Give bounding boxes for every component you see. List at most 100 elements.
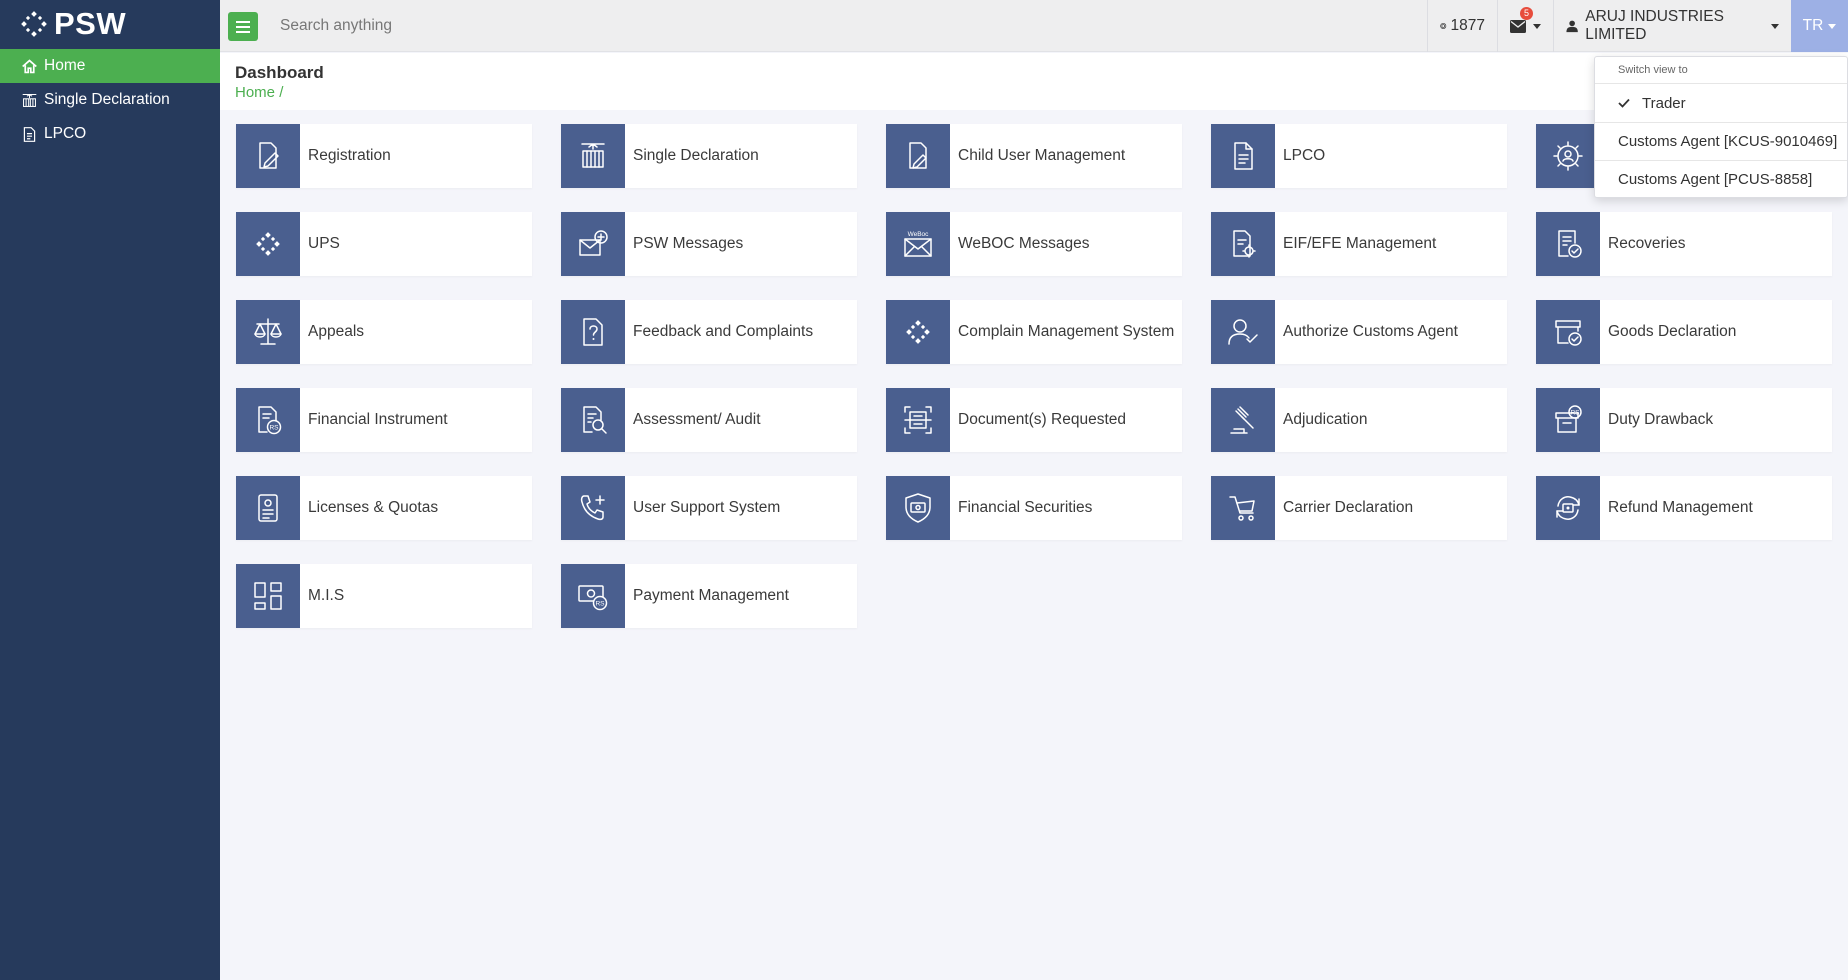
complain-dots-icon — [886, 300, 950, 364]
chevron-down-icon — [1771, 23, 1779, 29]
tile-ups[interactable]: UPS — [236, 212, 532, 276]
menu-toggle-button[interactable] — [228, 12, 258, 41]
mail-count-badge: 5 — [1520, 7, 1533, 20]
document-icon — [20, 125, 38, 143]
page-title: Dashboard — [235, 63, 324, 82]
rupee-document-icon: RS — [236, 388, 300, 452]
switch-view-option-trader[interactable]: Trader — [1595, 84, 1847, 122]
tile-complain-management-system[interactable]: Complain Management System — [886, 300, 1182, 364]
breadcrumb-home-link[interactable]: Home — [235, 84, 275, 101]
tile-licenses-quotas[interactable]: Licenses & Quotas — [236, 476, 532, 540]
document-search-icon — [561, 388, 625, 452]
view-code: TR — [1802, 17, 1824, 34]
topbar: 1877 5 ARUJ INDUSTRIES LIMITED TR — [220, 0, 1848, 52]
coin-icon — [1440, 23, 1447, 29]
tile-goods-declaration[interactable]: Goods Declaration — [1536, 300, 1832, 364]
tile-appeals[interactable]: Appeals — [236, 300, 532, 364]
tile-refund-management[interactable]: Refund Management — [1536, 476, 1832, 540]
tile-duty-drawback[interactable]: RS Duty Drawback — [1536, 388, 1832, 452]
switch-view-option-customs-agent-pcus[interactable]: Customs Agent [PCUS-8858] — [1595, 160, 1847, 198]
sidebar: PSW Home Single Declaration LPCO — [0, 0, 220, 980]
tile-label: PSW Messages — [633, 235, 744, 252]
tile-adjudication[interactable]: Adjudication — [1211, 388, 1507, 452]
tile-financial-securities[interactable]: Financial Securities — [886, 476, 1182, 540]
sidebar-item-single-declaration[interactable]: Single Declaration — [0, 83, 220, 117]
tile-label: Duty Drawback — [1608, 411, 1714, 428]
tile-eif-efe-management[interactable]: EIF/EFE Management — [1211, 212, 1507, 276]
tile-lpco[interactable]: LPCO — [1211, 124, 1507, 188]
tile-weboc-messages[interactable]: WeBoc WeBOC Messages — [886, 212, 1182, 276]
tile-label: Appeals — [308, 323, 365, 340]
hamburger-icon — [236, 20, 250, 33]
tile-label: User Support System — [633, 499, 781, 516]
tile-carrier-declaration[interactable]: Carrier Declaration — [1211, 476, 1507, 540]
document-check-icon — [1536, 212, 1600, 276]
option-label: Customs Agent [PCUS-8858] — [1618, 171, 1813, 188]
tile-label: Assessment/ Audit — [633, 411, 761, 428]
tile-user-support-system[interactable]: User Support System — [561, 476, 857, 540]
tile-registration[interactable]: Registration — [236, 124, 532, 188]
document-lines-icon — [1211, 124, 1275, 188]
option-label: Customs Agent [KCUS-9010469] — [1618, 133, 1838, 150]
license-icon — [236, 476, 300, 540]
tile-label: Payment Management — [633, 587, 789, 604]
home-icon — [20, 57, 38, 75]
document-edit-icon — [886, 124, 950, 188]
cart-icon — [1211, 476, 1275, 540]
check-icon — [1618, 98, 1634, 108]
tile-label: Licenses & Quotas — [308, 499, 439, 516]
tile-authorize-customs-agent[interactable]: Authorize Customs Agent — [1211, 300, 1507, 364]
tile-label: Complain Management System — [958, 323, 1175, 340]
sidebar-item-lpco[interactable]: LPCO — [0, 117, 220, 151]
tile-label: Financial Instrument — [308, 411, 448, 428]
tile-document-s-requested[interactable]: Document(s) Requested — [886, 388, 1182, 452]
switch-view-option-customs-agent-kcus[interactable]: Customs Agent [KCUS-9010469] — [1595, 122, 1847, 160]
tile-label: Financial Securities — [958, 499, 1093, 516]
messages-dropdown[interactable]: 5 — [1497, 0, 1553, 52]
tile-financial-instrument[interactable]: RS Financial Instrument — [236, 388, 532, 452]
tile-single-declaration[interactable]: Single Declaration — [561, 124, 857, 188]
tile-recoveries[interactable]: Recoveries — [1536, 212, 1832, 276]
brand-name: PSW — [54, 6, 127, 41]
sidebar-item-label: Home — [44, 57, 86, 74]
tile-label: Registration — [308, 147, 391, 164]
psw-logo-icon — [21, 11, 47, 37]
shield-money-icon — [886, 476, 950, 540]
sidebar-item-home[interactable]: Home — [0, 49, 220, 83]
tile-label: M.I.S — [308, 587, 345, 604]
tile-label: Refund Management — [1608, 499, 1753, 516]
tile-label: Carrier Declaration — [1283, 499, 1414, 516]
svg-text:RS: RS — [269, 425, 279, 432]
user-check-icon — [1211, 300, 1275, 364]
psw-logo[interactable]: PSW — [0, 0, 220, 48]
dropdown-header: Switch view to — [1595, 57, 1847, 84]
breadcrumb: Home / — [235, 84, 283, 101]
tile-label: UPS — [308, 235, 340, 252]
tile-label: Feedback and Complaints — [633, 323, 814, 340]
sidebar-item-label: Single Declaration — [44, 91, 170, 108]
psw-mail-icon — [561, 212, 625, 276]
rupee-box-icon: RS — [1536, 388, 1600, 452]
envelope-icon — [1510, 19, 1526, 33]
tile-m-i-s[interactable]: M.I.S — [236, 564, 532, 628]
phone-plus-icon — [561, 476, 625, 540]
tile-assessment-audit[interactable]: Assessment/ Audit — [561, 388, 857, 452]
tile-label: Goods Declaration — [1608, 323, 1737, 340]
sidebar-item-label: LPCO — [44, 125, 87, 142]
coins-balance[interactable]: 1877 — [1427, 0, 1497, 52]
payment-rupee-icon: RS — [561, 564, 625, 628]
tile-feedback-and-complaints[interactable]: Feedback and Complaints — [561, 300, 857, 364]
document-scan-icon — [886, 388, 950, 452]
tile-label: Document(s) Requested — [958, 411, 1126, 428]
tile-payment-management[interactable]: RS Payment Management — [561, 564, 857, 628]
container-crane-icon — [561, 124, 625, 188]
user-menu[interactable]: ARUJ INDUSTRIES LIMITED — [1553, 0, 1791, 52]
tile-child-user-management[interactable]: Child User Management — [886, 124, 1182, 188]
tile-label: Authorize Customs Agent — [1283, 323, 1458, 340]
settings-user-icon — [1536, 124, 1600, 188]
tile-psw-messages[interactable]: PSW Messages — [561, 212, 857, 276]
view-switcher-button[interactable]: TR — [1791, 0, 1848, 52]
search-input[interactable] — [278, 12, 678, 40]
tile-label: Recoveries — [1608, 235, 1686, 252]
container-icon — [20, 91, 38, 109]
